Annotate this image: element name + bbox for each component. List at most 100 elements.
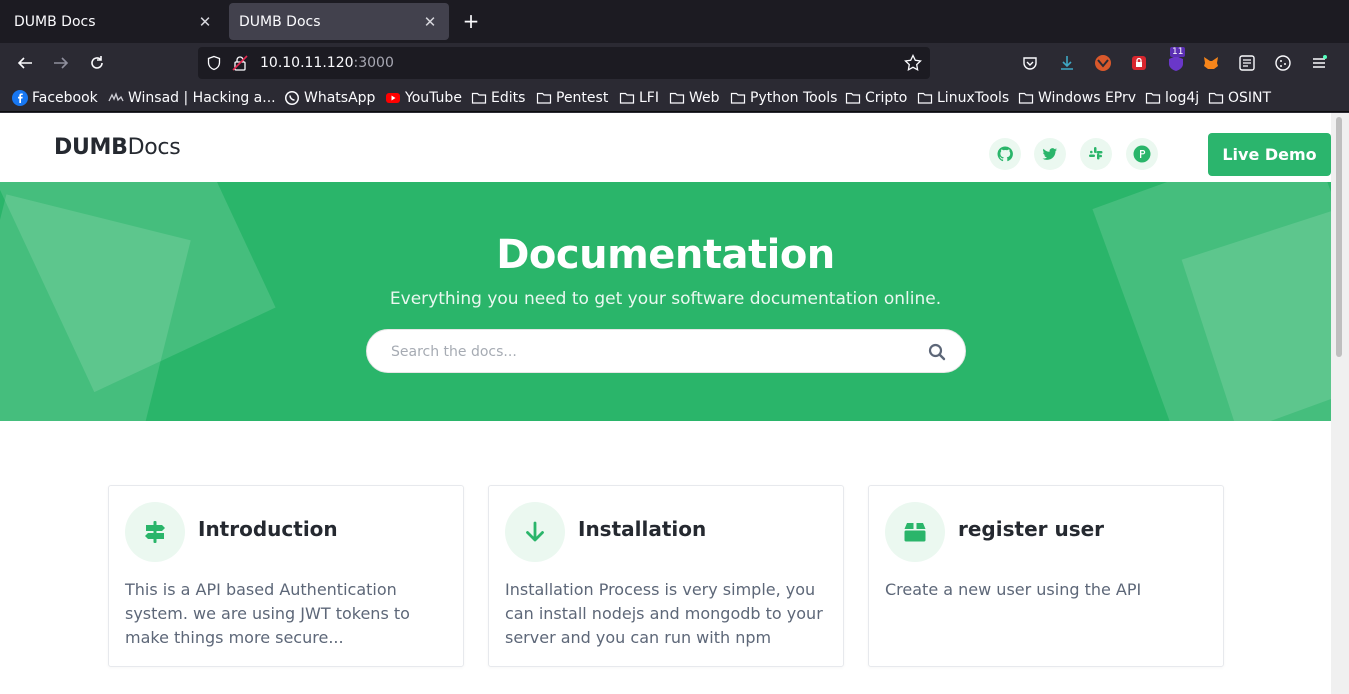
logo-bold: DUMB [54,135,128,160]
bookmark-label: Facebook [32,90,98,106]
card-text: This is a API based Authentication syste… [125,580,410,647]
bookmark-star-icon[interactable] [904,54,922,72]
downloads-icon[interactable] [1057,53,1077,73]
site-logo[interactable]: DUMBDocs [54,135,181,160]
bookmark-folder-log4j[interactable]: log4j [1145,88,1199,108]
forward-arrow-icon [54,57,69,69]
browser-tab[interactable]: DUMB Docs ✕ [4,3,224,40]
folder-icon [619,90,635,106]
bookmark-folder-osint[interactable]: OSINT [1208,88,1271,108]
site-header: DUMBDocs Live Demo [0,113,1331,182]
arrow-down-icon [526,521,544,542]
extension-badge: 11 [1170,47,1186,57]
bookmark-folder-pentest[interactable]: Pentest [536,88,608,108]
forward-button[interactable] [49,51,73,75]
bookmark-label: Winsad | Hacking a... [128,90,276,106]
winsad-icon [108,90,124,106]
reload-button[interactable] [85,51,109,75]
page-scrollbar[interactable] [1331,113,1349,694]
insecure-lock-icon[interactable] [232,55,248,71]
lock-extension-icon[interactable] [1129,53,1149,73]
bookmark-facebook[interactable]: Facebook [12,88,98,108]
foxyproxy-icon[interactable] [1093,53,1113,73]
slack-icon [1089,147,1103,160]
back-button[interactable] [13,51,37,75]
hero-section: Documentation Everything you need to get… [0,182,1331,421]
address-bar[interactable]: 10.10.11.120:3000 [198,47,930,79]
folder-icon [471,90,487,106]
menu-icon[interactable] [1309,53,1329,73]
doc-card-introduction[interactable]: Introduction This is a API based Authent… [108,485,464,667]
bookmark-label: Windows EPrv [1038,90,1137,106]
bookmark-label: YouTube [405,90,462,106]
hero-subtitle: Everything you need to get your software… [389,289,942,309]
bookmark-label: Python Tools [750,90,838,106]
page-viewport: DUMBDocs Live Demo Documentation Everyth… [0,113,1331,694]
bookmark-label: Edits [491,90,526,106]
logo-light: Docs [127,135,181,160]
card-title: register user [958,517,1105,541]
bookmark-label: Web [689,90,720,106]
card-icon-wrap [125,502,185,562]
close-tab-icon[interactable]: ✕ [196,13,214,31]
url-text[interactable]: 10.10.11.120:3000 [260,55,394,71]
folder-icon [1145,90,1161,106]
pocket-icon[interactable] [1020,53,1040,73]
card-title: Introduction [198,517,338,541]
bookmark-folder-lfi[interactable]: LFI [619,88,659,108]
bookmark-folder-linuxtools[interactable]: LinuxTools [917,88,1009,108]
twitter-link[interactable] [1034,138,1066,170]
bookmark-label: LFI [639,90,659,106]
new-tab-button[interactable]: + [460,10,482,32]
github-link[interactable] [989,138,1021,170]
bookmark-folder-edits[interactable]: Edits [471,88,525,108]
signs-post-icon [145,521,165,543]
back-arrow-icon [17,57,32,69]
search-input[interactable] [391,341,891,363]
card-text: Installation Process is very simple, you… [505,580,823,647]
reload-icon [91,56,103,69]
bookmark-label: log4j [1165,90,1200,106]
doc-card-register-user[interactable]: register user Create a new user using th… [868,485,1224,667]
search-box [366,329,966,373]
folder-icon [917,90,933,106]
bookmark-label: WhatsApp [304,90,376,106]
github-icon [997,146,1013,162]
card-icon-wrap [885,502,945,562]
bookmark-whatsapp[interactable]: WhatsApp [284,88,375,108]
browser-tab-active[interactable]: DUMB Docs ✕ [229,3,449,40]
bookmark-folder-python-tools[interactable]: Python Tools [730,88,837,108]
wappalyzer-icon[interactable] [1237,53,1257,73]
search-icon[interactable] [927,342,947,362]
card-title: Installation [578,517,707,541]
shield-icon[interactable] [206,55,222,71]
youtube-icon [385,90,401,106]
folder-icon [1208,90,1224,106]
doc-card-installation[interactable]: Installation Installation Process is ver… [488,485,844,667]
bookmark-folder-windows-eprv[interactable]: Windows EPrv [1018,88,1136,108]
url-host: 10.10.11.120 [260,55,354,71]
browser-toolbar: 10.10.11.120:3000 11 [0,43,1349,83]
bookmark-winsad[interactable]: Winsad | Hacking a... [108,88,276,108]
metamask-icon[interactable] [1201,53,1221,73]
bookmark-youtube[interactable]: YouTube [385,88,462,108]
live-demo-button[interactable]: Live Demo [1208,133,1331,176]
browser-tab-bar: DUMB Docs ✕ DUMB Docs ✕ + [0,0,1349,43]
box-icon [904,523,926,542]
facebook-icon [12,90,28,106]
bookmark-folder-web[interactable]: Web [669,88,720,108]
cookie-icon[interactable] [1273,53,1293,73]
slack-link[interactable] [1080,138,1112,170]
folder-icon [1018,90,1034,106]
bookmark-label: Pentest [556,90,609,106]
product-hunt-link[interactable] [1126,138,1158,170]
card-text: Create a new user using the API [885,580,1142,599]
product-hunt-icon [1133,145,1151,163]
close-tab-icon[interactable]: ✕ [421,13,439,31]
ublock-icon[interactable]: 11 [1166,47,1186,73]
scrollbar-thumb[interactable] [1336,117,1342,357]
bookmark-label: LinuxTools [937,90,1010,106]
bookmark-label: OSINT [1228,90,1272,106]
bookmark-folder-cripto[interactable]: Cripto [845,88,907,108]
twitter-icon [1042,148,1057,160]
